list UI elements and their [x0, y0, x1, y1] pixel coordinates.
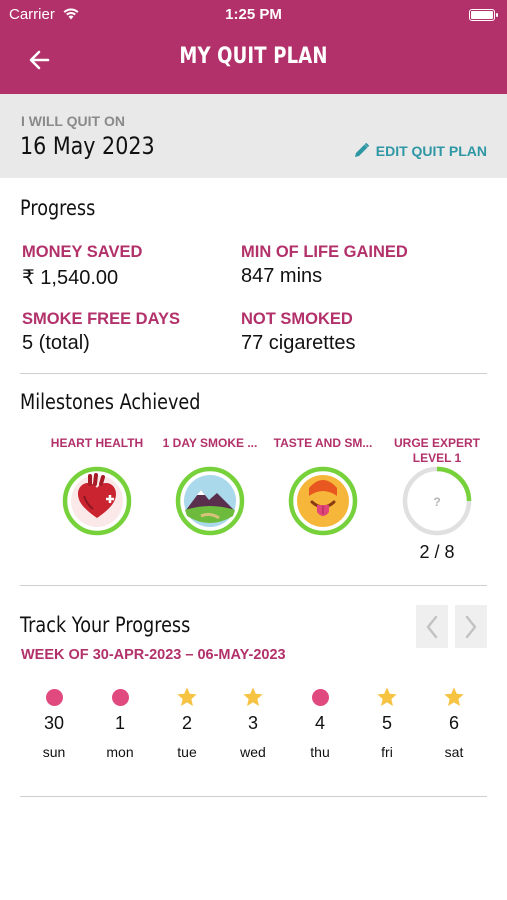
star-icon: [223, 686, 283, 708]
day-number: 1: [114, 713, 125, 733]
milestone-heart-health[interactable]: HEART HEALTH: [42, 436, 152, 536]
pencil-icon: [354, 142, 369, 157]
milestones-title: Milestones Achieved: [20, 390, 201, 414]
question-icon: ?: [402, 466, 472, 536]
day-name: sun: [42, 744, 66, 760]
edit-quit-plan-button[interactable]: EDIT QUIT PLAN: [353, 142, 487, 159]
milestone-urge-expert[interactable]: URGE EXPERT LEVEL 1 ? 2 / 8: [382, 436, 492, 563]
divider: [20, 796, 487, 797]
header-bar: Carrier 1:25 PM MY QUIT PLAN: [0, 0, 507, 94]
heart-icon: [62, 466, 132, 536]
day-name: mon: [106, 744, 134, 760]
money-saved-value: ₹ 1,540.00: [22, 267, 119, 289]
day-number: 30: [43, 713, 65, 733]
day-name: thu: [310, 744, 330, 760]
day-column[interactable]: 3 wed: [223, 686, 283, 760]
day-column[interactable]: 30 sun: [24, 686, 84, 760]
progress-title: Progress: [20, 196, 96, 220]
smoke-free-days-value: 5 (total): [22, 332, 90, 354]
day-name: sat: [444, 744, 464, 760]
milestone-progress-count: 2 / 8: [419, 542, 455, 562]
day-number: 2: [181, 713, 192, 733]
smoke-free-days-label: SMOKE FREE DAYS: [22, 310, 181, 328]
life-gained-value: 847 mins: [241, 265, 323, 287]
status-dot-icon: [290, 686, 350, 708]
track-progress-title: Track Your Progress: [20, 613, 191, 637]
milestone-label: TASTE AND SM...: [273, 436, 373, 450]
day-number: 5: [381, 713, 392, 733]
status-time: 1:25 PM: [225, 6, 282, 23]
status-bar: Carrier 1:25 PM: [0, 4, 507, 26]
day-number: 3: [247, 713, 258, 733]
milestone-label: HEART HEALTH: [50, 436, 144, 450]
milestone-taste-and-smell[interactable]: TASTE AND SM...: [268, 436, 378, 536]
day-column[interactable]: 6 sat: [424, 686, 484, 760]
day-column[interactable]: 4 thu: [290, 686, 350, 760]
star-icon: [157, 686, 217, 708]
day-number: 6: [448, 713, 459, 733]
money-saved-label: MONEY SAVED: [22, 243, 143, 261]
page-title: MY QUIT PLAN: [179, 44, 328, 69]
svg-text:?: ?: [433, 495, 440, 509]
divider: [20, 373, 487, 374]
quit-date-value: 16 May 2023: [20, 132, 155, 160]
quit-date-label: I WILL QUIT ON: [21, 113, 125, 129]
edit-quit-plan-label: EDIT QUIT PLAN: [375, 142, 487, 159]
day-name: tue: [177, 744, 197, 760]
previous-week-button[interactable]: [416, 605, 448, 648]
day-name: wed: [240, 744, 266, 760]
landscape-icon: [175, 466, 245, 536]
day-column[interactable]: 5 fri: [357, 686, 417, 760]
status-dot-icon: [90, 686, 150, 708]
divider: [20, 585, 487, 586]
milestone-1-day-smoke-free[interactable]: 1 DAY SMOKE ...: [155, 436, 265, 536]
chevron-left-icon: [426, 615, 438, 638]
star-icon: [424, 686, 484, 708]
week-range-label: WEEK OF 30-APR-2023 – 06-MAY-2023: [21, 647, 286, 663]
day-column[interactable]: 2 tue: [157, 686, 217, 760]
milestone-label: 1 DAY SMOKE ...: [162, 436, 258, 450]
tongue-face-icon: [288, 466, 358, 536]
life-gained-label: MIN OF LIFE GAINED: [241, 243, 408, 261]
day-name: fri: [381, 744, 393, 760]
not-smoked-label: NOT SMOKED: [241, 310, 353, 328]
status-dot-icon: [24, 686, 84, 708]
star-icon: [357, 686, 417, 708]
day-column[interactable]: 1 mon: [90, 686, 150, 760]
next-week-button[interactable]: [455, 605, 487, 648]
milestone-label: URGE EXPERT LEVEL 1: [393, 436, 480, 465]
chevron-right-icon: [465, 615, 477, 638]
not-smoked-value: 77 cigarettes: [241, 332, 356, 354]
day-number: 4: [314, 713, 325, 733]
battery-icon: [469, 9, 498, 21]
quit-date-panel: I WILL QUIT ON 16 May 2023 EDIT QUIT PLA…: [0, 94, 507, 178]
